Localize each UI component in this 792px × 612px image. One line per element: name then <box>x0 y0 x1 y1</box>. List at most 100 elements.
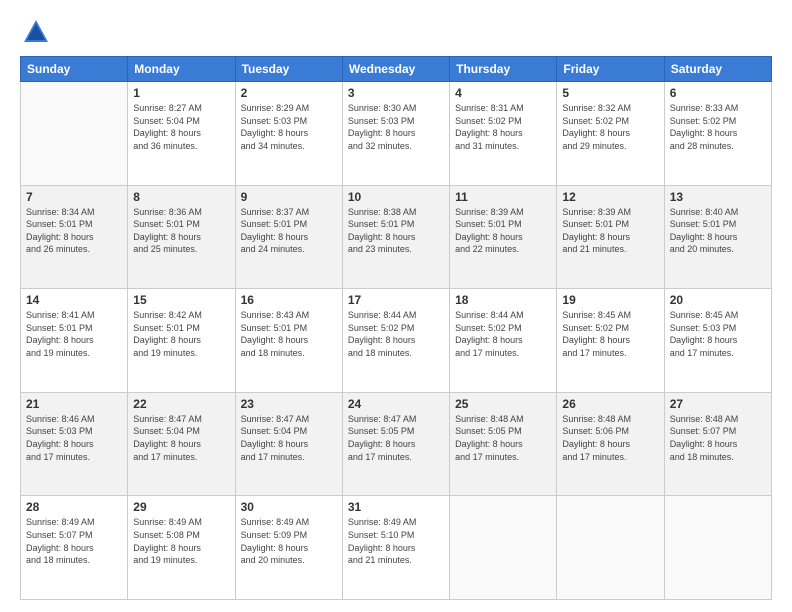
day-info: Sunrise: 8:47 AM Sunset: 5:04 PM Dayligh… <box>133 413 229 463</box>
calendar-cell: 14 Sunrise: 8:41 AM Sunset: 5:01 PM Dayli… <box>21 289 128 393</box>
calendar-cell: 24 Sunrise: 8:47 AM Sunset: 5:05 PM Dayli… <box>342 392 449 496</box>
logo-row <box>20 18 50 46</box>
day-number: 12 <box>562 190 658 204</box>
calendar-week-row: 21 Sunrise: 8:46 AM Sunset: 5:03 PM Dayli… <box>21 392 772 496</box>
day-number: 10 <box>348 190 444 204</box>
calendar-week-row: 14 Sunrise: 8:41 AM Sunset: 5:01 PM Dayli… <box>21 289 772 393</box>
day-info: Sunrise: 8:48 AM Sunset: 5:07 PM Dayligh… <box>670 413 766 463</box>
calendar-cell <box>450 496 557 600</box>
calendar-cell: 30 Sunrise: 8:49 AM Sunset: 5:09 PM Dayli… <box>235 496 342 600</box>
calendar-cell: 8 Sunrise: 8:36 AM Sunset: 5:01 PM Daylig… <box>128 185 235 289</box>
day-info: Sunrise: 8:38 AM Sunset: 5:01 PM Dayligh… <box>348 206 444 256</box>
day-number: 24 <box>348 397 444 411</box>
day-info: Sunrise: 8:45 AM Sunset: 5:03 PM Dayligh… <box>670 309 766 359</box>
calendar-cell: 13Sunrise: 8:40 AM Sunset: 5:01 PM Dayli… <box>664 185 771 289</box>
calendar-table: SundayMondayTuesdayWednesdayThursdayFrid… <box>20 56 772 600</box>
day-info: Sunrise: 8:36 AM Sunset: 5:01 PM Dayligh… <box>133 206 229 256</box>
day-number: 5 <box>562 86 658 100</box>
calendar-cell: 19 Sunrise: 8:45 AM Sunset: 5:02 PM Dayli… <box>557 289 664 393</box>
day-info: Sunrise: 8:44 AM Sunset: 5:02 PM Dayligh… <box>455 309 551 359</box>
calendar-cell: 20 Sunrise: 8:45 AM Sunset: 5:03 PM Dayli… <box>664 289 771 393</box>
day-number: 27 <box>670 397 766 411</box>
day-info: Sunrise: 8:40 AM Sunset: 5:01 PM Dayligh… <box>670 206 766 256</box>
calendar-cell: 27 Sunrise: 8:48 AM Sunset: 5:07 PM Dayli… <box>664 392 771 496</box>
calendar-cell <box>664 496 771 600</box>
weekday-header: Monday <box>128 57 235 82</box>
day-info: Sunrise: 8:47 AM Sunset: 5:04 PM Dayligh… <box>241 413 337 463</box>
page: SundayMondayTuesdayWednesdayThursdayFrid… <box>0 0 792 612</box>
day-number: 21 <box>26 397 122 411</box>
weekday-header: Saturday <box>664 57 771 82</box>
calendar-header: SundayMondayTuesdayWednesdayThursdayFrid… <box>21 57 772 82</box>
calendar-cell: 1 Sunrise: 8:27 AM Sunset: 5:04 PM Daylig… <box>128 82 235 186</box>
calendar-cell: 18Sunrise: 8:44 AM Sunset: 5:02 PM Dayli… <box>450 289 557 393</box>
logo <box>20 18 50 46</box>
weekday-header: Thursday <box>450 57 557 82</box>
day-number: 28 <box>26 500 122 514</box>
day-info: Sunrise: 8:43 AM Sunset: 5:01 PM Dayligh… <box>241 309 337 359</box>
day-info: Sunrise: 8:31 AM Sunset: 5:02 PM Dayligh… <box>455 102 551 152</box>
day-number: 7 <box>26 190 122 204</box>
day-number: 14 <box>26 293 122 307</box>
day-info: Sunrise: 8:49 AM Sunset: 5:07 PM Dayligh… <box>26 516 122 566</box>
calendar-week-row: 7 Sunrise: 8:34 AM Sunset: 5:01 PM Daylig… <box>21 185 772 289</box>
day-number: 3 <box>348 86 444 100</box>
day-number: 22 <box>133 397 229 411</box>
day-number: 31 <box>348 500 444 514</box>
calendar-cell: 28 Sunrise: 8:49 AM Sunset: 5:07 PM Dayli… <box>21 496 128 600</box>
day-info: Sunrise: 8:42 AM Sunset: 5:01 PM Dayligh… <box>133 309 229 359</box>
calendar-cell: 7 Sunrise: 8:34 AM Sunset: 5:01 PM Daylig… <box>21 185 128 289</box>
calendar-cell: 17Sunrise: 8:44 AM Sunset: 5:02 PM Dayli… <box>342 289 449 393</box>
day-number: 16 <box>241 293 337 307</box>
day-info: Sunrise: 8:45 AM Sunset: 5:02 PM Dayligh… <box>562 309 658 359</box>
calendar-cell: 21 Sunrise: 8:46 AM Sunset: 5:03 PM Dayli… <box>21 392 128 496</box>
day-info: Sunrise: 8:39 AM Sunset: 5:01 PM Dayligh… <box>455 206 551 256</box>
day-number: 25 <box>455 397 551 411</box>
calendar-cell: 25 Sunrise: 8:48 AM Sunset: 5:05 PM Dayli… <box>450 392 557 496</box>
day-number: 1 <box>133 86 229 100</box>
day-info: Sunrise: 8:37 AM Sunset: 5:01 PM Dayligh… <box>241 206 337 256</box>
calendar-cell: 6 Sunrise: 8:33 AM Sunset: 5:02 PM Daylig… <box>664 82 771 186</box>
calendar-cell: 12 Sunrise: 8:39 AM Sunset: 5:01 PM Dayli… <box>557 185 664 289</box>
day-number: 11 <box>455 190 551 204</box>
weekday-header: Sunday <box>21 57 128 82</box>
day-number: 30 <box>241 500 337 514</box>
calendar-body: 1 Sunrise: 8:27 AM Sunset: 5:04 PM Daylig… <box>21 82 772 600</box>
calendar-week-row: 28 Sunrise: 8:49 AM Sunset: 5:07 PM Dayli… <box>21 496 772 600</box>
day-info: Sunrise: 8:41 AM Sunset: 5:01 PM Dayligh… <box>26 309 122 359</box>
calendar-cell: 5Sunrise: 8:32 AM Sunset: 5:02 PM Daylig… <box>557 82 664 186</box>
day-number: 19 <box>562 293 658 307</box>
day-number: 15 <box>133 293 229 307</box>
calendar-cell: 10 Sunrise: 8:38 AM Sunset: 5:01 PM Dayli… <box>342 185 449 289</box>
day-number: 2 <box>241 86 337 100</box>
calendar-cell: 2 Sunrise: 8:29 AM Sunset: 5:03 PM Daylig… <box>235 82 342 186</box>
day-info: Sunrise: 8:47 AM Sunset: 5:05 PM Dayligh… <box>348 413 444 463</box>
day-number: 23 <box>241 397 337 411</box>
day-number: 20 <box>670 293 766 307</box>
weekday-row: SundayMondayTuesdayWednesdayThursdayFrid… <box>21 57 772 82</box>
day-info: Sunrise: 8:29 AM Sunset: 5:03 PM Dayligh… <box>241 102 337 152</box>
day-number: 6 <box>670 86 766 100</box>
day-info: Sunrise: 8:48 AM Sunset: 5:06 PM Dayligh… <box>562 413 658 463</box>
day-info: Sunrise: 8:27 AM Sunset: 5:04 PM Dayligh… <box>133 102 229 152</box>
day-info: Sunrise: 8:39 AM Sunset: 5:01 PM Dayligh… <box>562 206 658 256</box>
logo-icon <box>22 18 50 46</box>
day-number: 4 <box>455 86 551 100</box>
weekday-header: Friday <box>557 57 664 82</box>
day-info: Sunrise: 8:48 AM Sunset: 5:05 PM Dayligh… <box>455 413 551 463</box>
day-info: Sunrise: 8:49 AM Sunset: 5:09 PM Dayligh… <box>241 516 337 566</box>
calendar-cell <box>557 496 664 600</box>
day-info: Sunrise: 8:33 AM Sunset: 5:02 PM Dayligh… <box>670 102 766 152</box>
header <box>20 18 772 46</box>
day-number: 9 <box>241 190 337 204</box>
day-number: 29 <box>133 500 229 514</box>
calendar-cell: 29Sunrise: 8:49 AM Sunset: 5:08 PM Dayli… <box>128 496 235 600</box>
day-info: Sunrise: 8:49 AM Sunset: 5:10 PM Dayligh… <box>348 516 444 566</box>
day-info: Sunrise: 8:46 AM Sunset: 5:03 PM Dayligh… <box>26 413 122 463</box>
weekday-header: Tuesday <box>235 57 342 82</box>
calendar-cell: 4 Sunrise: 8:31 AM Sunset: 5:02 PM Daylig… <box>450 82 557 186</box>
day-info: Sunrise: 8:30 AM Sunset: 5:03 PM Dayligh… <box>348 102 444 152</box>
calendar-cell: 31 Sunrise: 8:49 AM Sunset: 5:10 PM Dayli… <box>342 496 449 600</box>
day-info: Sunrise: 8:34 AM Sunset: 5:01 PM Dayligh… <box>26 206 122 256</box>
day-number: 8 <box>133 190 229 204</box>
